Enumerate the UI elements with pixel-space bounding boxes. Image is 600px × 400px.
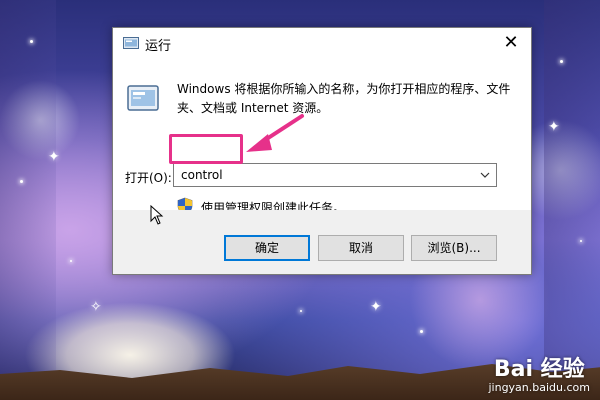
wallpaper-star xyxy=(420,330,423,333)
wallpaper-sparkle: ✧ xyxy=(90,299,102,315)
dialog-footer: 确定 取消 浏览(B)... xyxy=(113,210,531,274)
wallpaper-star xyxy=(300,310,302,312)
dialog-title: 运行 xyxy=(145,39,172,54)
run-app-icon xyxy=(127,85,159,111)
run-app-icon xyxy=(123,37,139,49)
wallpaper-star xyxy=(560,60,563,63)
open-input[interactable]: control xyxy=(173,163,497,187)
wallpaper-star xyxy=(30,40,33,43)
wallpaper-sparkle: ✦ xyxy=(548,119,560,135)
wallpaper-sparkle: ✦ xyxy=(48,149,60,165)
chevron-down-icon[interactable] xyxy=(476,164,494,186)
wallpaper-sparkle: ✦ xyxy=(370,299,382,315)
dialog-description: Windows 将根据你所输入的名称，为你打开相应的程序、文件夹、文档或 Int… xyxy=(177,82,511,115)
wallpaper-star xyxy=(20,180,23,183)
title-bar[interactable]: 运行 ✕ xyxy=(113,28,531,58)
close-button[interactable]: ✕ xyxy=(491,28,531,58)
wallpaper-star xyxy=(70,260,72,262)
browse-button[interactable]: 浏览(B)... xyxy=(411,235,497,261)
baidu-jingyan-watermark: Bai 经验 jingyan.baidu.com xyxy=(488,351,590,394)
watermark-logo: Bai 经验 xyxy=(493,357,585,382)
mouse-pointer-icon xyxy=(150,205,164,225)
wallpaper-right-pillar xyxy=(544,0,600,400)
annotation-arrow-icon xyxy=(246,114,304,152)
annotation-highlight-box xyxy=(169,134,243,164)
wallpaper-star xyxy=(580,240,582,242)
cancel-button[interactable]: 取消 xyxy=(318,235,404,261)
open-label: 打开(O): xyxy=(125,171,172,185)
close-icon: ✕ xyxy=(503,32,519,53)
wallpaper-left-pillar xyxy=(0,0,56,400)
watermark-url: jingyan.baidu.com xyxy=(488,381,590,394)
ok-button[interactable]: 确定 xyxy=(224,235,310,261)
open-input-value[interactable]: control xyxy=(181,168,223,182)
